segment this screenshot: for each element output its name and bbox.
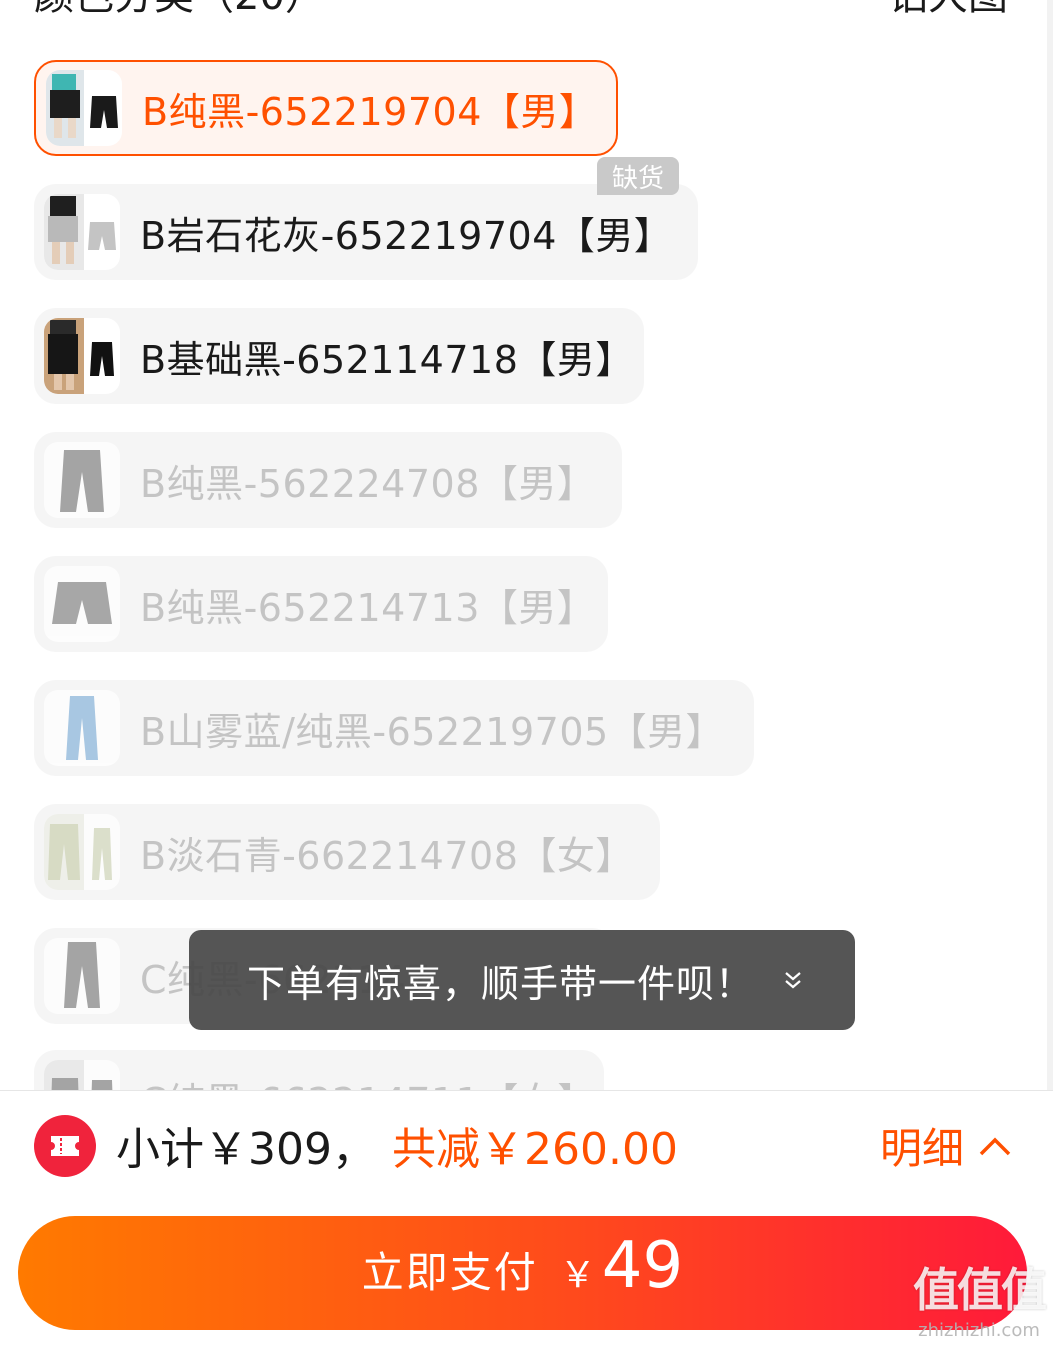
ticket-icon <box>34 1115 96 1177</box>
variant-thumbnail <box>44 690 120 766</box>
variant-label: B基础黑-652114718【男】 <box>140 337 634 382</box>
pay-amount: 49 <box>601 1229 684 1303</box>
variant-option[interactable]: B淡石青-662214708【女】 <box>34 804 660 900</box>
shorts-grey-icon <box>44 194 116 270</box>
variant-label: B淡石青-662214708【女】 <box>140 833 634 878</box>
variant-thumbnail <box>46 70 122 146</box>
variant-option[interactable]: B纯黑-562224708【男】 <box>34 432 622 528</box>
site-watermark: 值值值 zhizhizhi.com <box>913 1254 1047 1341</box>
scrollbar[interactable] <box>1047 0 1053 1090</box>
detail-label: 明细 <box>880 1124 965 1173</box>
variant-thumbnail <box>44 194 120 270</box>
variant-option[interactable]: B山雾蓝/纯黑-652219705【男】 <box>34 680 754 776</box>
variant-label: B纯黑-562224708【男】 <box>140 461 596 506</box>
variant-thumbnail <box>44 1060 120 1090</box>
variant-option[interactable]: B岩石花灰-652219704【男】 <box>34 184 698 280</box>
capri-black-icon <box>44 318 114 394</box>
pay-currency: ￥ <box>559 1255 596 1296</box>
shorts-black-icon <box>46 70 118 146</box>
view-large-image-link[interactable]: 铝大图 <box>888 0 1008 16</box>
variant-label: C纯黑-662214711【女】 <box>140 1071 596 1091</box>
subtotal-text: 小计￥309， <box>116 1124 376 1175</box>
discount-text: 共减￥260.00 <box>392 1124 678 1175</box>
pay-now-button[interactable]: 立即支付 ￥ 49 <box>18 1216 1027 1330</box>
variant-option[interactable]: B纯黑-652214713【男】 <box>34 556 608 652</box>
checkout-footer: 小计￥309， 共减￥260.00 明细 立即支付 ￥ 49 值值值 zhizh… <box>0 1091 1053 1347</box>
watermark-logo: 值值值 <box>913 1263 1047 1317</box>
variant-option[interactable]: B基础黑-652114718【男】 <box>34 308 644 404</box>
variant-thumbnail <box>44 814 120 890</box>
variant-thumbnail <box>44 318 120 394</box>
chevron-up-icon <box>979 1137 1011 1155</box>
pants-grey-icon <box>64 942 100 1008</box>
pants-green-icon <box>44 814 112 890</box>
variant-option[interactable]: B纯黑-652219704【男】 <box>34 60 618 156</box>
shorts-grey-icon <box>52 582 112 624</box>
variant-label: B岩石花灰-652219704【男】 <box>140 213 673 258</box>
variant-label: B纯黑-652214713【男】 <box>140 585 596 630</box>
variant-thumbnail <box>44 938 120 1014</box>
price-detail-toggle[interactable]: 明细 <box>880 1115 1012 1176</box>
variant-label: B山雾蓝/纯黑-652219705【男】 <box>140 709 725 754</box>
toast-text: 下单有惊喜，顺手带一件呗！ <box>247 961 755 1006</box>
variant-option[interactable]: C纯黑-662214711【女】 <box>34 1050 604 1090</box>
variant-label: B纯黑-652219704【男】 <box>142 89 598 134</box>
pants-grey-icon <box>44 1060 113 1090</box>
out-of-stock-badge: 缺货 <box>597 157 679 195</box>
pants-blue-icon <box>66 696 98 760</box>
promo-toast[interactable]: 下单有惊喜，顺手带一件呗！ <box>189 930 855 1030</box>
section-title: 颜色分类（20） <box>34 0 325 19</box>
double-chevron-down-icon[interactable] <box>782 969 804 991</box>
section-header: 颜色分类（20） 铝大图 <box>34 0 1008 16</box>
capri-grey-icon <box>60 450 104 512</box>
variant-thumbnail <box>44 442 120 518</box>
watermark-url: zhizhizhi.com <box>918 1320 1040 1341</box>
pay-button-label: 立即支付 <box>361 1248 538 1297</box>
variant-thumbnail <box>44 566 120 642</box>
